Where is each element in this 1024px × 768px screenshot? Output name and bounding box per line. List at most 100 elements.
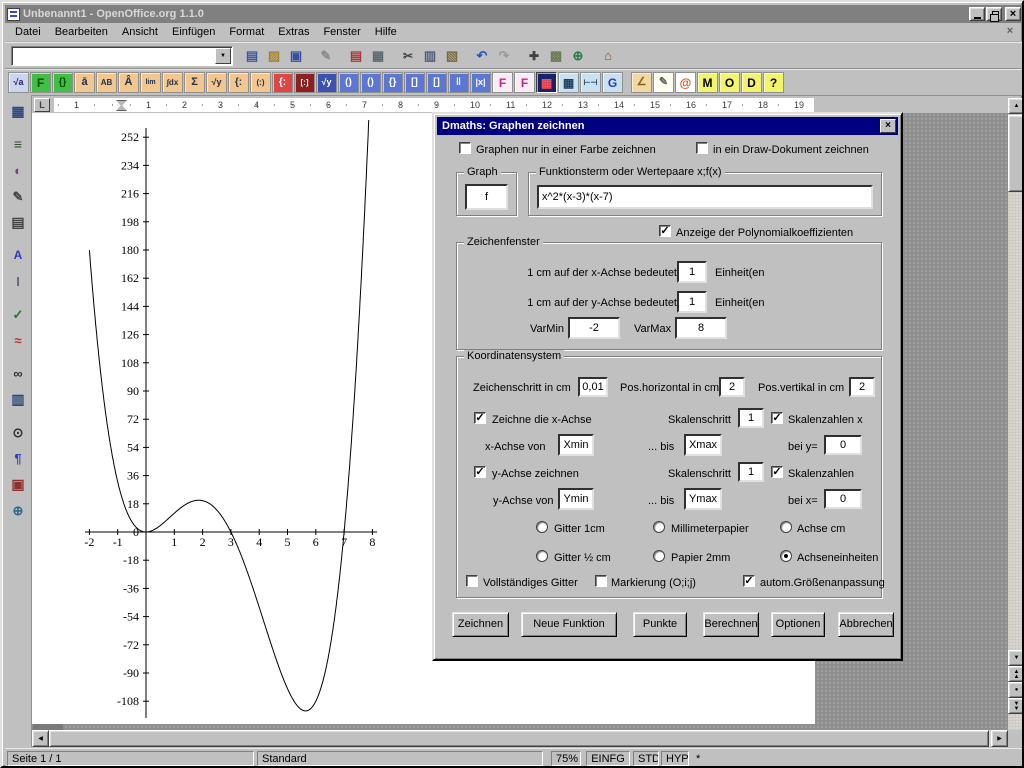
norm-icon[interactable]: ‖	[448, 72, 469, 93]
parens-blue2-icon[interactable]: ()	[360, 72, 381, 93]
bei-x-field[interactable]: 0	[824, 489, 862, 509]
x-from-field[interactable]: Xmin	[558, 434, 594, 456]
spellcheck-icon[interactable]: ✓	[6, 302, 30, 326]
berechnen-button[interactable]: Berechnen	[703, 612, 759, 637]
next-page-icon[interactable]: ▼▼	[1008, 698, 1024, 714]
navigator-icon[interactable]: ✚	[523, 45, 545, 67]
home-icon[interactable]: ⌂	[597, 45, 619, 67]
skalenschritt-x-field[interactable]: 1	[738, 408, 764, 428]
undo-icon[interactable]: ↶	[471, 45, 493, 67]
graph-name-field[interactable]: f	[465, 184, 508, 210]
dmaths-spiral-icon[interactable]: @	[675, 72, 696, 93]
sqrt-a-icon[interactable]: √a	[8, 72, 29, 93]
skalenschritt-y-field[interactable]: 1	[738, 462, 764, 482]
segment-icon[interactable]: AB	[96, 72, 117, 93]
bracket-matrix-dark-icon[interactable]: [:]	[294, 72, 315, 93]
punkte-button[interactable]: Punkte	[633, 612, 687, 637]
hyperlink-icon[interactable]: ⊕	[567, 45, 589, 67]
vector-icon[interactable]: ā	[74, 72, 95, 93]
parens-blue-icon[interactable]: ()	[338, 72, 359, 93]
grid-icon[interactable]: ▦	[558, 72, 579, 93]
vollgitter-checkbox[interactable]	[466, 575, 478, 587]
neue-funktion-button[interactable]: Neue Funktion	[521, 612, 617, 637]
macro-o-icon[interactable]: O	[719, 72, 740, 93]
skalenzahlen-x-checkbox[interactable]: ✓	[771, 412, 783, 424]
new-document-icon[interactable]: ▤	[241, 45, 263, 67]
zeichnen-button[interactable]: Zeichnen	[452, 612, 509, 637]
menu-fenster[interactable]: Fenster	[316, 24, 367, 40]
papier-2mm-radio[interactable]	[653, 550, 665, 562]
menu-hilfe[interactable]: Hilfe	[368, 24, 404, 40]
url-input[interactable]	[12, 47, 214, 65]
y-to-field[interactable]: Ymax	[684, 488, 722, 510]
vertical-scrollbar-thumb[interactable]	[1008, 115, 1024, 192]
insert-table-icon[interactable]: ▦	[6, 99, 30, 123]
abs-icon[interactable]: |x|	[470, 72, 491, 93]
navigation-icon[interactable]: ●	[1008, 682, 1024, 698]
x-axis-checkbox[interactable]: ✓	[474, 412, 486, 424]
nonprinting-chars-icon[interactable]: ¶	[6, 446, 30, 470]
scroll-left-icon[interactable]: ◀	[32, 730, 49, 747]
optionen-button[interactable]: Optionen	[771, 612, 825, 637]
data-sources-icon[interactable]: ▥	[6, 387, 30, 411]
skalenzahlen-y-checkbox[interactable]: ✓	[771, 466, 783, 478]
function-magenta-icon[interactable]: F	[492, 72, 513, 93]
hyperlink-mode-indicator[interactable]: HYP	[661, 751, 689, 766]
style-indicator[interactable]: Standard	[257, 751, 543, 766]
cut-icon[interactable]: ✂	[397, 45, 419, 67]
horizontal-scrollbar-thumb[interactable]	[49, 730, 989, 747]
gitter-1cm-radio[interactable]	[536, 521, 548, 533]
pos-horizontal-field[interactable]: 2	[719, 377, 745, 397]
menu-einfuegen[interactable]: Einfügen	[165, 24, 222, 40]
menu-bearbeiten[interactable]: Bearbeiten	[48, 24, 115, 40]
insert-mode-indicator[interactable]: EINFG	[586, 751, 630, 766]
brace-cases-icon[interactable]: {:	[228, 72, 249, 93]
function-pointer-icon[interactable]: F	[514, 72, 535, 93]
autospellcheck-icon[interactable]: ≈	[6, 328, 30, 352]
y-axis-checkbox[interactable]: ✓	[474, 466, 486, 478]
online-layout-icon[interactable]: ⊕	[6, 498, 30, 522]
insert-fields-icon[interactable]: ≡	[6, 132, 30, 156]
paste-icon[interactable]: ▧	[441, 45, 463, 67]
function-term-field[interactable]: x^2*(x-3)*(x-7)	[537, 185, 873, 209]
zoom-icon[interactable]: ⊙	[6, 420, 30, 444]
url-combo[interactable]: ▼	[11, 46, 233, 66]
markierung-checkbox[interactable]	[595, 575, 607, 587]
save-icon[interactable]: ▣	[285, 45, 307, 67]
draw-functions-icon[interactable]: ✎	[6, 184, 30, 208]
restore-button[interactable]	[986, 7, 1002, 21]
abbrechen-button[interactable]: Abbrechen	[838, 612, 894, 637]
tab-selector[interactable]: L	[34, 98, 50, 112]
draw-document-checkbox[interactable]	[696, 142, 708, 154]
braces-green-icon[interactable]: {}	[52, 72, 73, 93]
graphics-onoff-icon[interactable]: ▣	[6, 472, 30, 496]
gitter-halb-cm-radio[interactable]	[536, 550, 548, 562]
menu-ansicht[interactable]: Ansicht	[115, 24, 165, 40]
zeichenschritt-field[interactable]: 0,01	[578, 377, 608, 397]
angle-hat-icon[interactable]: Â	[118, 72, 139, 93]
macro-m-icon[interactable]: M	[697, 72, 718, 93]
edit-drawing-icon[interactable]: ✎	[653, 72, 674, 93]
x-to-field[interactable]: Xmax	[684, 434, 722, 456]
print-file-icon[interactable]: ▤	[345, 45, 367, 67]
close-document-icon[interactable]: ×	[1003, 25, 1017, 39]
axes-icon[interactable]: ⊢⊣	[580, 72, 601, 93]
page-indicator[interactable]: Seite 1 / 1	[7, 751, 254, 766]
open-icon[interactable]: ▨	[263, 45, 285, 67]
bei-y-field[interactable]: 0	[824, 435, 862, 455]
dmaths-help-icon[interactable]: ?	[763, 72, 784, 93]
function-green-icon[interactable]: F	[30, 72, 51, 93]
menu-datei[interactable]: Datei	[8, 24, 48, 40]
draw-graph-icon[interactable]: ▦	[536, 72, 557, 93]
print-icon[interactable]: ▦	[367, 45, 389, 67]
x-scale-field[interactable]: 1	[677, 261, 707, 283]
macro-d-icon[interactable]: D	[741, 72, 762, 93]
chevron-down-icon[interactable]: ▼	[215, 48, 231, 64]
menu-extras[interactable]: Extras	[271, 24, 316, 40]
nth-root-icon[interactable]: √y	[206, 72, 227, 93]
previous-page-icon[interactable]: ▲▲	[1008, 666, 1024, 682]
achse-cm-radio[interactable]	[780, 521, 792, 533]
autotext-icon[interactable]: A	[6, 243, 30, 267]
autosize-checkbox[interactable]: ✓	[743, 575, 755, 587]
find-replace-icon[interactable]: ∞	[6, 361, 30, 385]
